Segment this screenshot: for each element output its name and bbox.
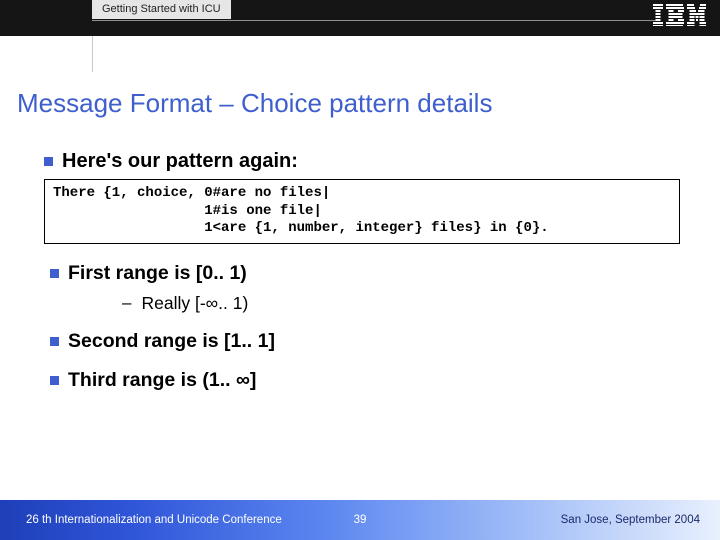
slide: Getting Started with ICU [0,0,720,540]
footer: 26 th Internationalization and Unicode C… [0,500,720,540]
dash-icon: – [122,293,131,313]
header-bar: Getting Started with ICU [0,0,720,36]
sub-bullet-first: – Really [-∞.. 1) [122,293,690,314]
bullet-third: Third range is (1.. ∞] [50,369,690,392]
code-box: There {1, choice, 0#are no files| 1#is o… [44,179,680,244]
bullet-first: First range is [0.. 1) – Really [-∞.. 1) [50,262,690,314]
header-tab: Getting Started with ICU [92,0,231,19]
bullet-first-text: First range is [0.. 1) [68,262,690,285]
bullet-square-icon [50,269,59,278]
header-tab-label: Getting Started with ICU [102,3,221,15]
ibm-logo-icon [653,4,706,26]
bullet-second-text: Second range is [1.. 1] [68,330,275,353]
bullet-third-text: Third range is (1.. ∞] [68,369,256,392]
bullet-square-icon [50,337,59,346]
bullet-intro-text: Here's our pattern again: [62,150,298,173]
content-area: Here's our pattern again: There {1, choi… [44,150,690,408]
bullet-square-icon [44,157,53,166]
header-vertical-rule [92,36,93,72]
bullet-second: Second range is [1.. 1] [50,330,690,353]
header-rule [92,20,660,21]
bullet-intro: Here's our pattern again: [44,150,690,173]
footer-page-number: 39 [354,514,367,526]
bullet-square-icon [50,376,59,385]
slide-title: Message Format – Choice pattern details [17,88,492,119]
footer-right: San Jose, September 2004 [561,514,700,526]
footer-left: 26 th Internationalization and Unicode C… [26,514,282,526]
sub-bullet-first-text: Really [-∞.. 1) [141,293,248,314]
